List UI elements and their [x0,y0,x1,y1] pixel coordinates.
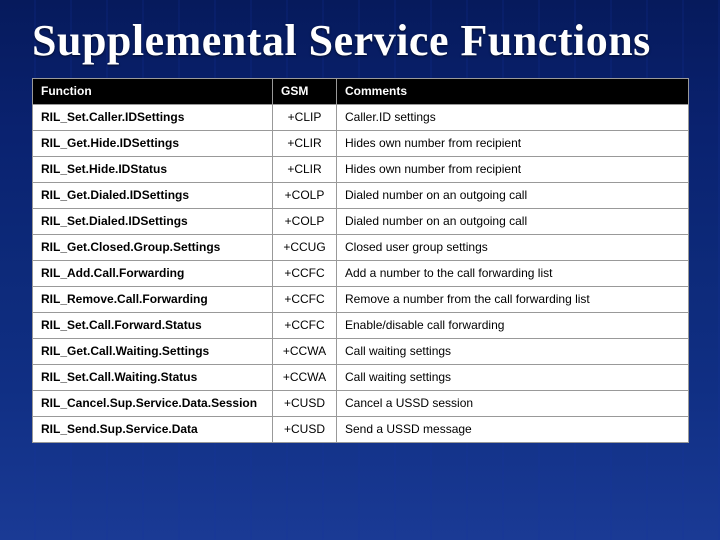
cell-gsm: +CLIP [273,105,337,131]
cell-comment: Hides own number from recipient [337,131,689,157]
table-row: RIL_Get.Dialed.IDSettings+COLPDialed num… [33,183,689,209]
functions-table: Function GSM Comments RIL_Set.Caller.IDS… [32,78,689,443]
cell-gsm: +CCWA [273,339,337,365]
table-row: RIL_Set.Caller.IDSettings+CLIPCaller.ID … [33,105,689,131]
cell-function: RIL_Set.Call.Forward.Status [33,313,273,339]
cell-comment: Dialed number on an outgoing call [337,183,689,209]
table-header-row: Function GSM Comments [33,79,689,105]
cell-gsm: +CCUG [273,235,337,261]
table-row: RIL_Add.Call.Forwarding+CCFCAdd a number… [33,261,689,287]
cell-function: RIL_Add.Call.Forwarding [33,261,273,287]
cell-gsm: +CCFC [273,261,337,287]
table-row: RIL_Get.Call.Waiting.Settings+CCWACall w… [33,339,689,365]
slide-title: Supplemental Service Functions [32,18,688,64]
cell-comment: Add a number to the call forwarding list [337,261,689,287]
cell-function: RIL_Remove.Call.Forwarding [33,287,273,313]
table-row: RIL_Set.Hide.IDStatus+CLIRHides own numb… [33,157,689,183]
cell-function: RIL_Get.Dialed.IDSettings [33,183,273,209]
cell-function: RIL_Set.Dialed.IDSettings [33,209,273,235]
cell-gsm: +COLP [273,183,337,209]
table-row: RIL_Remove.Call.Forwarding+CCFCRemove a … [33,287,689,313]
cell-function: RIL_Set.Call.Waiting.Status [33,365,273,391]
table-row: RIL_Get.Closed.Group.Settings+CCUGClosed… [33,235,689,261]
cell-comment: Enable/disable call forwarding [337,313,689,339]
cell-function: RIL_Get.Closed.Group.Settings [33,235,273,261]
cell-gsm: +COLP [273,209,337,235]
cell-function: RIL_Cancel.Sup.Service.Data.Session [33,391,273,417]
cell-comment: Remove a number from the call forwarding… [337,287,689,313]
cell-gsm: +CUSD [273,417,337,443]
slide: Supplemental Service Functions Function … [0,0,720,540]
cell-comment: Cancel a USSD session [337,391,689,417]
cell-gsm: +CUSD [273,391,337,417]
cell-function: RIL_Send.Sup.Service.Data [33,417,273,443]
cell-gsm: +CLIR [273,157,337,183]
cell-comment: Closed user group settings [337,235,689,261]
cell-comment: Call waiting settings [337,339,689,365]
cell-comment: Call waiting settings [337,365,689,391]
table-row: RIL_Cancel.Sup.Service.Data.Session+CUSD… [33,391,689,417]
table-row: RIL_Get.Hide.IDSettings+CLIRHides own nu… [33,131,689,157]
cell-gsm: +CCFC [273,287,337,313]
col-header-function: Function [33,79,273,105]
cell-gsm: +CLIR [273,131,337,157]
table-row: RIL_Set.Call.Waiting.Status+CCWACall wai… [33,365,689,391]
cell-function: RIL_Get.Call.Waiting.Settings [33,339,273,365]
cell-comment: Hides own number from recipient [337,157,689,183]
cell-function: RIL_Set.Hide.IDStatus [33,157,273,183]
cell-comment: Dialed number on an outgoing call [337,209,689,235]
table-row: RIL_Send.Sup.Service.Data+CUSDSend a USS… [33,417,689,443]
col-header-comments: Comments [337,79,689,105]
cell-function: RIL_Set.Caller.IDSettings [33,105,273,131]
cell-comment: Caller.ID settings [337,105,689,131]
cell-comment: Send a USSD message [337,417,689,443]
cell-gsm: +CCWA [273,365,337,391]
col-header-gsm: GSM [273,79,337,105]
cell-gsm: +CCFC [273,313,337,339]
table-row: RIL_Set.Dialed.IDSettings+COLPDialed num… [33,209,689,235]
table-row: RIL_Set.Call.Forward.Status+CCFCEnable/d… [33,313,689,339]
cell-function: RIL_Get.Hide.IDSettings [33,131,273,157]
